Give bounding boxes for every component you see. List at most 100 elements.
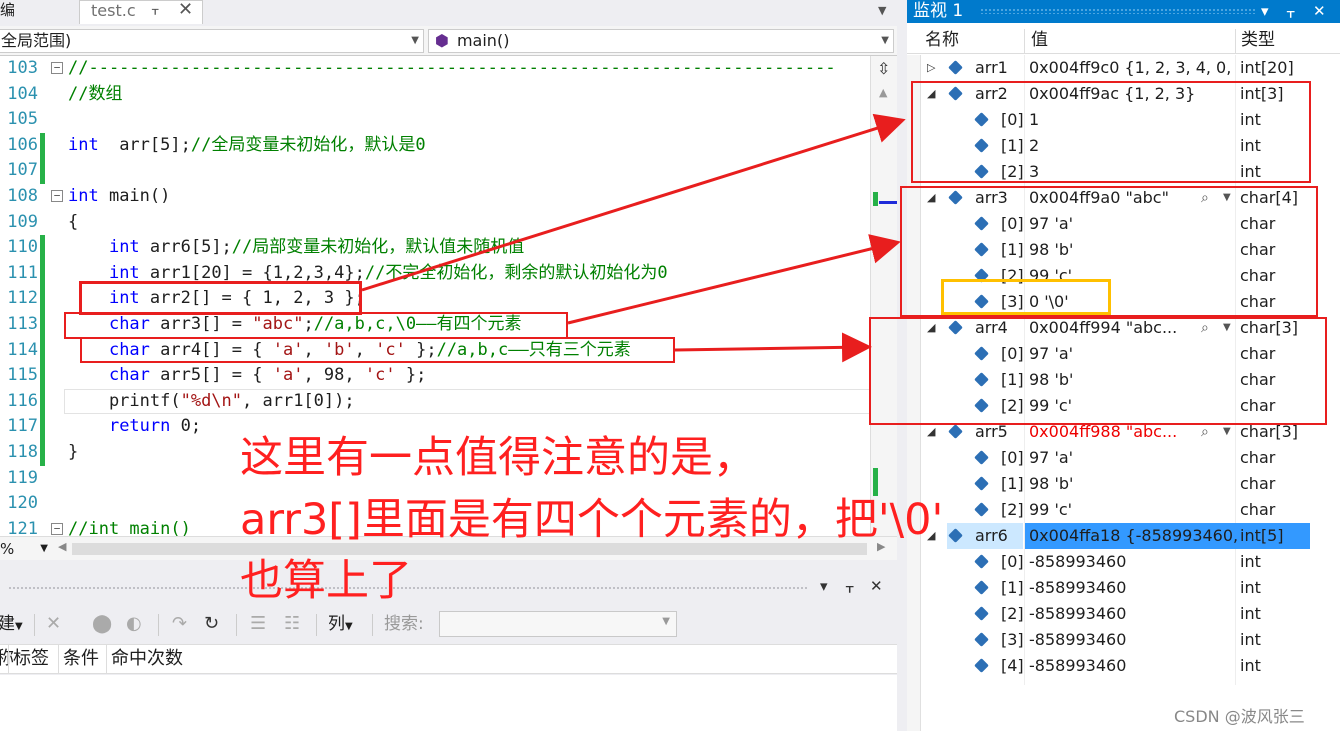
watch-name[interactable]: [2]: [1001, 159, 1024, 185]
watch-name[interactable]: [1]: [1001, 471, 1024, 497]
import-icon[interactable]: ☰: [250, 612, 266, 636]
chevron-down-icon[interactable]: ▼: [1223, 315, 1231, 341]
function-combobox[interactable]: ⬢ main() ▼: [428, 29, 894, 53]
watch-value[interactable]: 0x004ff994 "abc...: [1029, 315, 1199, 341]
watch-row[interactable]: [1] 2 int: [907, 133, 1340, 159]
enable-breakpoints-icon[interactable]: ⬤: [92, 612, 112, 636]
watch-value[interactable]: 0x004ff988 "abc...: [1029, 419, 1199, 445]
code-line[interactable]: 110 int arr6[5];//局部变量未初始化，默认值未随机值: [0, 235, 870, 261]
title-grip[interactable]: [980, 8, 1255, 14]
zoom-combobox[interactable]: % ▼: [0, 539, 50, 559]
watch-row[interactable]: [2] 99 'c' char: [907, 263, 1340, 289]
watch-name[interactable]: [0]: [1001, 341, 1024, 367]
watch-name[interactable]: [3]: [1001, 289, 1024, 315]
watch-row[interactable]: ◢ arr6 0x004ffa18 {-858993460, int[5]: [907, 523, 1340, 549]
code-line[interactable]: 112 int arr2[] = { 1, 2, 3 };: [0, 286, 870, 312]
close-icon[interactable]: ✕: [870, 577, 883, 595]
watch-row[interactable]: ◢ arr2 0x004ff9ac {1, 2, 3} int[3]: [907, 81, 1340, 107]
watch-name[interactable]: [1]: [1001, 367, 1024, 393]
watch-row[interactable]: [2] 3 int: [907, 159, 1340, 185]
text-visualizer-icon[interactable]: ⌕: [1201, 185, 1209, 211]
watch-name[interactable]: [1]: [1001, 133, 1024, 159]
code-line[interactable]: 108 − int main(): [0, 184, 870, 210]
watch-value[interactable]: 0x004ff9c0 {1, 2, 3, 4, 0, 0,: [1029, 55, 1237, 81]
watch-name[interactable]: [3]: [1001, 627, 1024, 653]
watch-value[interactable]: -858993460: [1029, 653, 1237, 679]
collapse-icon[interactable]: ◢: [927, 419, 935, 445]
watch-row[interactable]: [4] -858993460 int: [907, 653, 1340, 679]
watch-value[interactable]: -858993460: [1029, 601, 1237, 627]
watch-value[interactable]: 99 'c': [1029, 497, 1237, 523]
pin-icon[interactable]: ᚁ: [846, 577, 853, 595]
export-icon[interactable]: ☷: [284, 612, 300, 636]
watch-name[interactable]: [2]: [1001, 263, 1024, 289]
column-separator[interactable]: [1235, 29, 1236, 53]
code-line[interactable]: 111 int arr1[20] = {1,2,3,4};//不完全初始化，剩余…: [0, 260, 870, 287]
watch-name[interactable]: arr3: [975, 185, 1008, 211]
watch-name[interactable]: arr5: [975, 419, 1008, 445]
watch-name[interactable]: [2]: [1001, 393, 1024, 419]
column-name-header[interactable]: 名称: [925, 27, 959, 53]
code-line[interactable]: 107: [0, 158, 870, 184]
scope-combobox[interactable]: 全局范围) ▼: [0, 29, 424, 53]
column-value-header[interactable]: 值: [1031, 27, 1048, 53]
redo-icon[interactable]: ↷: [172, 612, 187, 636]
watch-value[interactable]: 98 'b': [1029, 237, 1237, 263]
watch-name[interactable]: [0]: [1001, 445, 1024, 471]
breakpoints-list[interactable]: [0, 675, 897, 731]
watch-value[interactable]: 0x004ffa18 {-858993460,: [1029, 523, 1237, 549]
watch-value[interactable]: 97 'a': [1029, 341, 1237, 367]
chevron-down-icon[interactable]: ▼: [1223, 419, 1231, 445]
watch-row[interactable]: [1] 98 'b' char: [907, 367, 1340, 393]
close-tab-icon[interactable]: ✕: [178, 0, 193, 20]
watch-value[interactable]: 97 'a': [1029, 211, 1237, 237]
split-editor-icon[interactable]: ⇳: [877, 59, 890, 78]
close-icon[interactable]: ✕: [1313, 0, 1326, 22]
text-visualizer-icon[interactable]: ⌕: [1201, 315, 1209, 341]
watch-row[interactable]: [0] 97 'a' char: [907, 445, 1340, 471]
code-line[interactable]: 114 char arr4[] = { 'a', 'b', 'c' };//a,…: [0, 337, 870, 364]
collapse-icon[interactable]: ◢: [927, 81, 935, 107]
scroll-up-icon[interactable]: ▲: [879, 86, 887, 99]
watch-value[interactable]: 0x004ff9ac {1, 2, 3}: [1029, 81, 1237, 107]
watch-row[interactable]: ◢ arr5 0x004ff988 "abc... ⌕ ▼ char[3]: [907, 419, 1340, 445]
panel-dropdown-icon[interactable]: ▾: [820, 577, 828, 595]
fold-toggle-icon[interactable]: −: [51, 62, 63, 74]
pane-splitter[interactable]: [897, 0, 907, 731]
watch-row[interactable]: ▷ arr1 0x004ff9c0 {1, 2, 3, 4, 0, 0, int[20…: [907, 55, 1340, 81]
tab-overflow-dropdown-icon[interactable]: ▼: [878, 4, 886, 17]
code-line[interactable]: 115 char arr5[] = { 'a', 98, 'c' };: [0, 363, 870, 389]
search-input[interactable]: ▼: [439, 611, 677, 637]
tab-test-c[interactable]: test.c ᚁ ✕: [79, 0, 203, 24]
watch-row[interactable]: [0] 97 'a' char: [907, 341, 1340, 367]
watch-row[interactable]: [3] 0 '\0' char: [907, 289, 1340, 315]
delete-icon[interactable]: ✕: [46, 612, 61, 636]
code-line[interactable]: 109 {: [0, 210, 870, 236]
fold-toggle-icon[interactable]: −: [51, 522, 63, 535]
watch-row[interactable]: [0] 97 'a' char: [907, 211, 1340, 237]
watch-value[interactable]: 99 'c': [1029, 263, 1237, 289]
refresh-icon[interactable]: ↻: [204, 612, 219, 636]
column-label[interactable]: 标签: [8, 645, 49, 673]
watch-value[interactable]: -858993460: [1029, 627, 1237, 653]
watch-name[interactable]: [2]: [1001, 601, 1024, 627]
watch-name[interactable]: [2]: [1001, 497, 1024, 523]
watch-value[interactable]: 0 '\0': [1029, 289, 1237, 315]
column-separator[interactable]: [1024, 29, 1025, 53]
watch-row[interactable]: ◢ arr4 0x004ff994 "abc... ⌕ ▼ char[3]: [907, 315, 1340, 341]
watch-name[interactable]: [1]: [1001, 237, 1024, 263]
watch-name[interactable]: [1]: [1001, 575, 1024, 601]
watch-value[interactable]: 99 'c': [1029, 393, 1237, 419]
watch-row[interactable]: [0] 1 int: [907, 107, 1340, 133]
watch-row[interactable]: [2] 99 'c' char: [907, 393, 1340, 419]
column-type-header[interactable]: 类型: [1241, 27, 1275, 53]
code-line[interactable]: 116 printf("%d\n", arr1[0]);: [0, 388, 870, 415]
collapse-icon[interactable]: ◢: [927, 185, 935, 211]
pin-icon[interactable]: ᚁ: [152, 2, 158, 17]
pin-icon[interactable]: ᚁ: [1287, 0, 1294, 22]
watch-row[interactable]: [1] 98 'b' char: [907, 471, 1340, 497]
code-line[interactable]: 106 int arr[5];//全局变量未初始化，默认是0: [0, 132, 870, 159]
watch-row[interactable]: [0] -858993460 int: [907, 549, 1340, 575]
watch-name[interactable]: arr6: [975, 523, 1008, 549]
code-line[interactable]: 113 char arr3[] = "abc";//a,b,c,\0——有四个元…: [0, 312, 870, 338]
